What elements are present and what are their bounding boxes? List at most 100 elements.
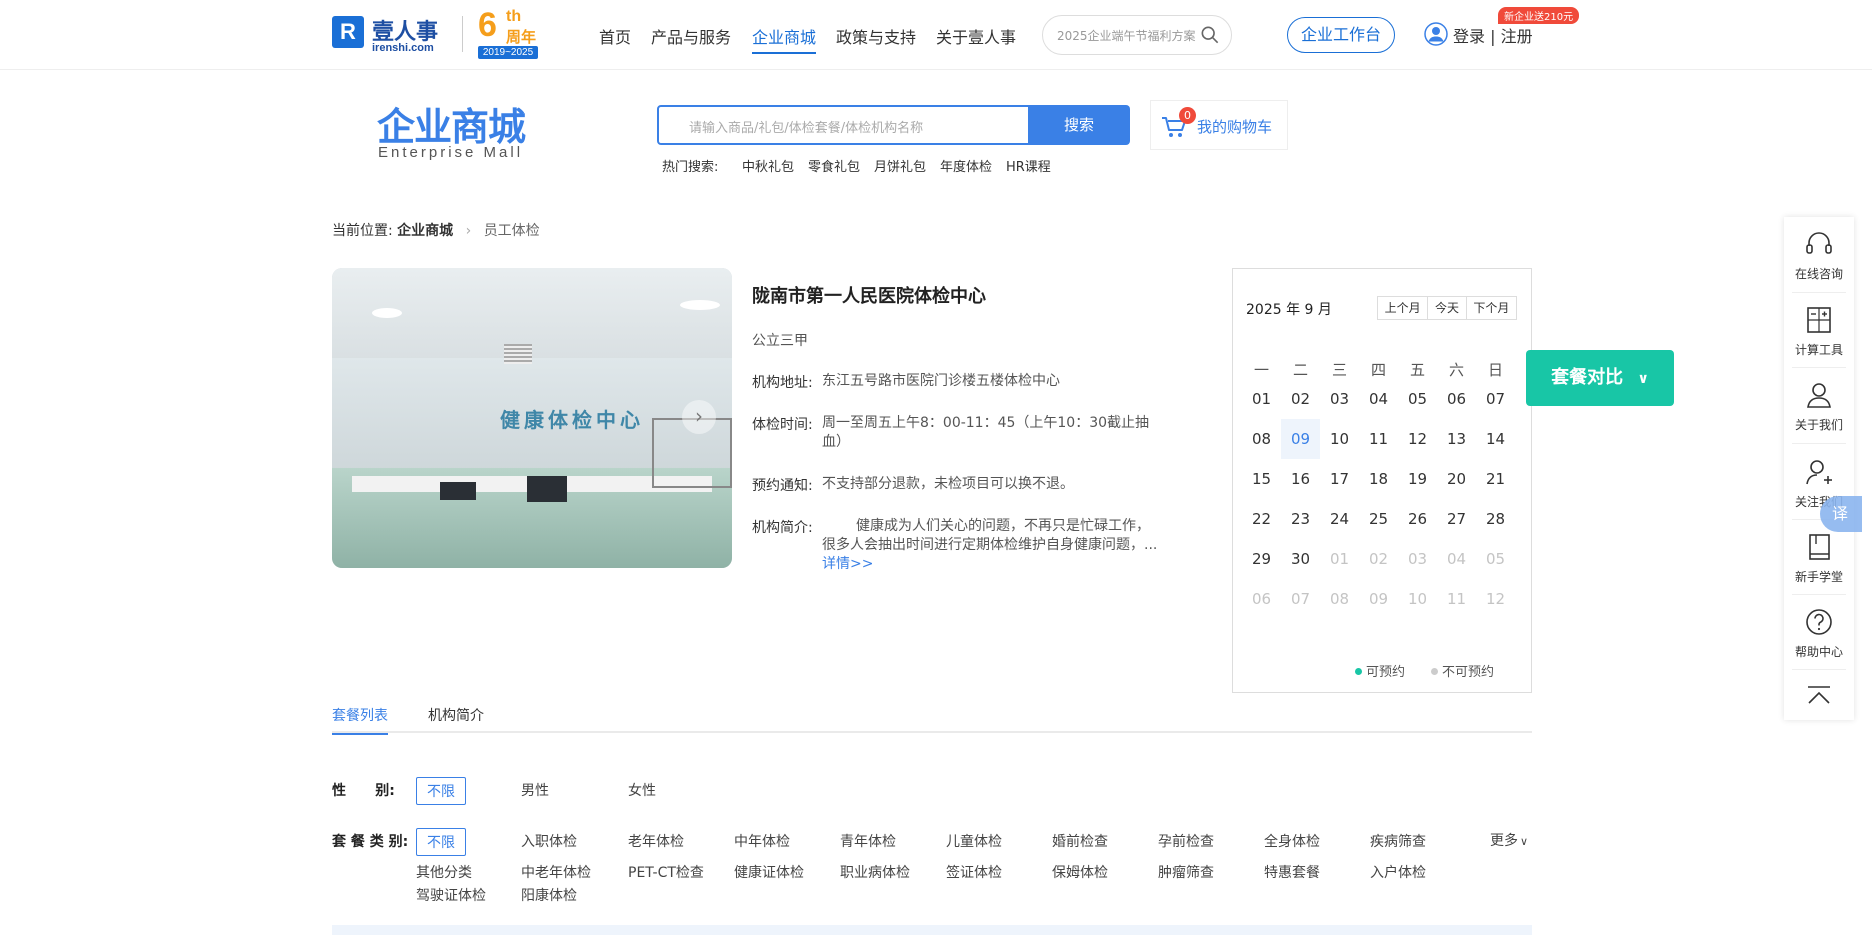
package-type-option[interactable]: 孕前检查 [1158, 831, 1214, 851]
today-button[interactable]: 今天 [1428, 297, 1467, 319]
tutorial-item[interactable]: 新手学堂 [1784, 532, 1854, 585]
calendar-day[interactable]: 30 [1281, 539, 1320, 579]
calendar-day[interactable]: 23 [1281, 499, 1320, 539]
calendar-day[interactable]: 06 [1437, 379, 1476, 419]
prev-month-button[interactable]: 上个月 [1378, 297, 1429, 319]
nav-home[interactable]: 首页 [599, 24, 631, 48]
top-navbar: R 壹人事 irenshi.com 6 th 周年 2019~2025 首页 产… [0, 0, 1872, 70]
package-type-option[interactable]: 入职体检 [521, 831, 577, 851]
package-type-label: 套 餐 类 别: [332, 834, 409, 850]
hot-search-item[interactable]: 中秋礼包 [742, 156, 794, 175]
calendar-day: 11 [1446, 590, 1467, 608]
calendar-day[interactable]: 22 [1242, 499, 1281, 539]
calendar-day[interactable]: 08 [1242, 419, 1281, 459]
package-type-option[interactable]: 疾病筛查 [1370, 831, 1426, 851]
mall-search-input[interactable]: 请输入商品/礼包/体检套餐/体检机构名称 [657, 105, 1030, 145]
package-type-option[interactable]: 保姆体检 [1052, 862, 1108, 882]
search-button[interactable]: 搜索 [1028, 105, 1130, 145]
package-type-option[interactable]: 入户体检 [1370, 862, 1426, 882]
nav-policy[interactable]: 政策与支持 [836, 24, 916, 48]
nav-products[interactable]: 产品与服务 [651, 24, 731, 48]
workbench-button[interactable]: 企业工作台 [1287, 17, 1395, 53]
gender-option[interactable]: 男性 [521, 780, 549, 800]
calendar-day[interactable]: 15 [1242, 459, 1281, 499]
package-type-option[interactable]: 全身体检 [1264, 831, 1320, 851]
calendar-day[interactable]: 12 [1398, 419, 1437, 459]
hot-search-item[interactable]: 零食礼包 [808, 156, 860, 175]
calendar-day[interactable]: 21 [1476, 459, 1515, 499]
calendar-day[interactable]: 27 [1437, 499, 1476, 539]
sidebar-divider [1792, 443, 1846, 444]
calendar-day: 04 [1446, 550, 1467, 568]
calendar-day[interactable]: 01 [1242, 379, 1281, 419]
gender-option[interactable]: 不限 [416, 777, 466, 805]
package-type-option[interactable]: 特惠套餐 [1264, 862, 1320, 882]
logo-divider [462, 16, 463, 52]
more-filter-button[interactable]: 更多 ∨ [1490, 830, 1528, 850]
top-search-input[interactable]: 2025企业端午节福利方案 [1042, 15, 1232, 55]
hot-search-item[interactable]: HR课程 [1006, 156, 1051, 175]
calendar-day[interactable]: 28 [1476, 499, 1515, 539]
calendar-day[interactable]: 09 [1281, 419, 1320, 459]
about-us-item[interactable]: 关于我们 [1784, 380, 1854, 433]
nav-mall[interactable]: 企业商城 [752, 24, 817, 54]
back-to-top-button[interactable] [1784, 683, 1854, 713]
anniversary-text: 周年 [506, 28, 537, 46]
cart-button[interactable]: 0 我的购物车 [1150, 100, 1288, 150]
package-type-option[interactable]: PET-CT检查 [628, 862, 704, 882]
login-register-link[interactable]: 登录 | 注册 [1453, 23, 1533, 47]
nav-about[interactable]: 关于壹人事 [936, 24, 1016, 48]
chevron-right-icon[interactable]: › [682, 400, 716, 434]
calendar-day[interactable]: 24 [1320, 499, 1359, 539]
intro-detail-link[interactable]: 详情>> [822, 555, 1158, 574]
breadcrumb-prefix: 当前位置: [332, 223, 393, 239]
calendar-day[interactable]: 25 [1359, 499, 1398, 539]
calendar-day[interactable]: 07 [1476, 379, 1515, 419]
calendar-day[interactable]: 13 [1437, 419, 1476, 459]
breadcrumb-mall-link[interactable]: 企业商城 [397, 223, 453, 239]
next-month-button[interactable]: 下个月 [1467, 297, 1516, 319]
gender-option[interactable]: 女性 [628, 780, 656, 800]
hot-search-item[interactable]: 月饼礼包 [874, 156, 926, 175]
package-type-option[interactable]: 中年体检 [734, 831, 790, 851]
calendar-day[interactable]: 04 [1359, 379, 1398, 419]
search-icon[interactable] [1201, 26, 1219, 44]
tab-institution-intro[interactable]: 机构简介 [428, 705, 484, 725]
calendar-day[interactable]: 18 [1359, 459, 1398, 499]
calendar-day[interactable]: 11 [1359, 419, 1398, 459]
compare-packages-button[interactable]: 套餐对比 ∨ [1526, 350, 1674, 406]
calendar-day[interactable]: 29 [1242, 539, 1281, 579]
package-type-option[interactable]: 职业病体检 [840, 862, 910, 882]
package-type-option[interactable]: 儿童体检 [946, 831, 1002, 851]
calc-tools-item[interactable]: 计算工具 [1784, 305, 1854, 358]
translate-button[interactable]: 译 [1820, 496, 1862, 532]
package-type-option[interactable]: 青年体检 [840, 831, 896, 851]
package-type-option[interactable]: 婚前检查 [1052, 831, 1108, 851]
package-type-option[interactable]: 健康证体检 [734, 862, 804, 882]
online-consult-item[interactable]: 在线咨询 [1784, 229, 1854, 282]
site-logo[interactable]: R 壹人事 irenshi.com 6 th 周年 2019~2025 [332, 6, 538, 62]
calendar-day[interactable]: 05 [1398, 379, 1437, 419]
calendar-day[interactable]: 14 [1476, 419, 1515, 459]
package-type-option[interactable]: 肿瘤筛查 [1158, 862, 1214, 882]
package-type-option[interactable]: 老年体检 [628, 831, 684, 851]
calendar-day[interactable]: 19 [1398, 459, 1437, 499]
weekday-header: 二 [1292, 361, 1308, 379]
calendar-day[interactable]: 10 [1320, 419, 1359, 459]
package-type-option[interactable]: 签证体检 [946, 862, 1002, 882]
package-type-option[interactable]: 不限 [416, 828, 466, 856]
calendar-day[interactable]: 20 [1437, 459, 1476, 499]
package-type-option[interactable]: 中老年体检 [521, 862, 591, 882]
package-type-option[interactable]: 阳康体检 [521, 885, 577, 905]
package-type-option[interactable]: 其他分类 [416, 862, 472, 882]
user-icon [1424, 22, 1448, 46]
calendar-day[interactable]: 03 [1320, 379, 1359, 419]
package-type-option[interactable]: 驾驶证体检 [416, 885, 486, 905]
calendar-day[interactable]: 17 [1320, 459, 1359, 499]
hot-search-item[interactable]: 年度体检 [940, 156, 992, 175]
calendar-day[interactable]: 02 [1281, 379, 1320, 419]
calendar-day[interactable]: 26 [1398, 499, 1437, 539]
help-center-item[interactable]: 帮助中心 [1784, 607, 1854, 660]
add-user-icon [1806, 460, 1832, 485]
calendar-day[interactable]: 16 [1281, 459, 1320, 499]
